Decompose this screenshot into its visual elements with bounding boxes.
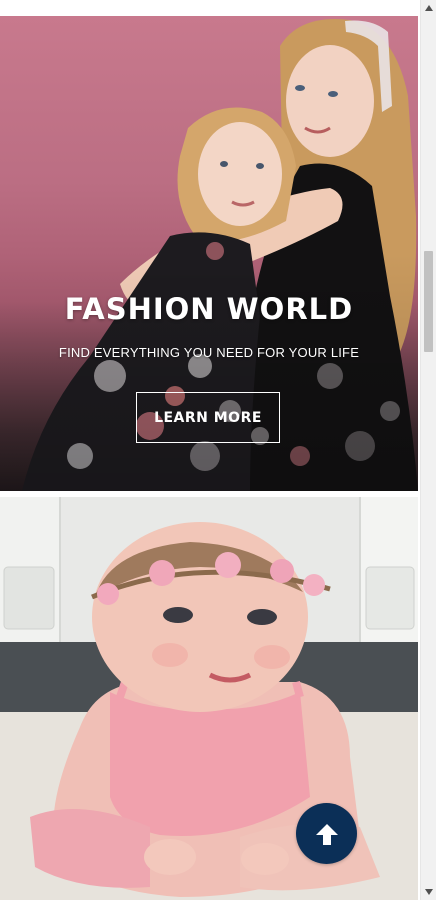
vertical-scrollbar[interactable]: [420, 0, 436, 900]
arrow-up-icon: [315, 823, 338, 845]
scrollbar-thumb[interactable]: [424, 251, 433, 352]
learn-more-button[interactable]: LEARN MORE: [136, 392, 280, 443]
hero-title: FASHION WORLD: [64, 292, 354, 326]
triangle-up-icon: [424, 5, 433, 11]
back-to-top-button[interactable]: [296, 803, 357, 864]
scroll-up-button[interactable]: [421, 0, 436, 16]
scroll-down-button[interactable]: [421, 884, 436, 900]
hero-banner: FASHION WORLD FIND EVERYTHING YOU NEED F…: [0, 16, 418, 491]
triangle-down-icon: [424, 889, 433, 895]
top-strip: [0, 0, 420, 16]
hero-subtitle: FIND EVERYTHING YOU NEED FOR YOUR LIFE: [58, 345, 360, 360]
page-viewport: FASHION WORLD FIND EVERYTHING YOU NEED F…: [0, 0, 420, 900]
